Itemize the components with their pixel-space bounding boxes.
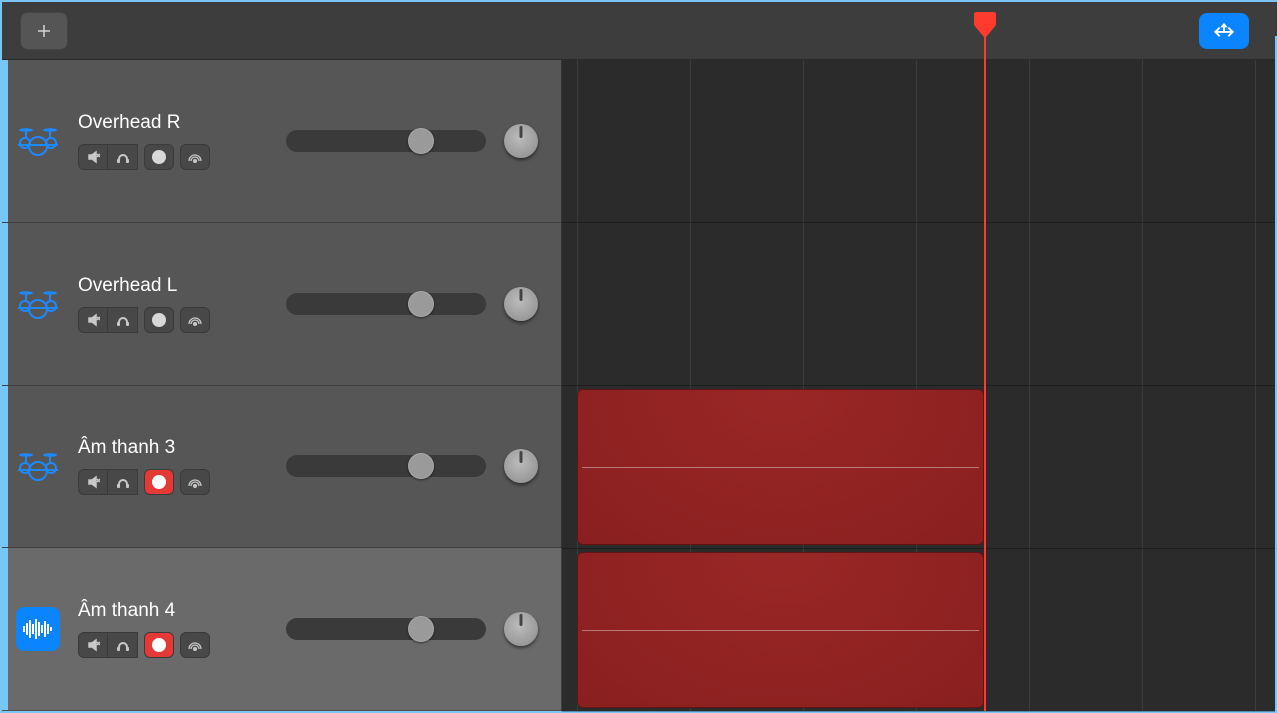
solo-headphones-button[interactable] xyxy=(108,469,138,495)
track-name-label: Overhead L xyxy=(78,275,210,297)
track-lane[interactable] xyxy=(562,223,1275,386)
drum-kit-icon xyxy=(16,282,60,326)
track-color-strip xyxy=(2,548,8,710)
mute-button[interactable] xyxy=(78,307,108,333)
record-enable-button[interactable] xyxy=(144,307,174,333)
track-color-strip xyxy=(2,223,8,385)
record-enable-button[interactable] xyxy=(144,469,174,495)
solo-headphones-button[interactable] xyxy=(108,307,138,333)
playhead[interactable] xyxy=(984,36,986,711)
drum-kit-icon xyxy=(16,119,60,163)
volume-thumb[interactable] xyxy=(408,616,434,642)
track-header-toolbar xyxy=(2,2,1275,60)
input-monitor-button[interactable] xyxy=(180,469,210,495)
track-list: Overhead R Overhead L Âm thanh 3 Âm thanh 4 xyxy=(2,60,562,711)
volume-slider[interactable] xyxy=(286,618,486,640)
catch-playhead-button[interactable] xyxy=(1199,13,1249,49)
track-name-label: Âm thanh 4 xyxy=(78,600,210,622)
record-enable-button[interactable] xyxy=(144,632,174,658)
app-window: Overhead R Overhead L Âm thanh 3 Âm thanh 4… xyxy=(0,0,1277,713)
volume-slider[interactable] xyxy=(286,455,486,477)
mute-button[interactable] xyxy=(78,469,108,495)
volume-thumb[interactable] xyxy=(408,128,434,154)
track-button-group xyxy=(78,632,210,658)
volume-thumb[interactable] xyxy=(408,453,434,479)
pan-knob[interactable] xyxy=(504,449,538,483)
track-color-strip xyxy=(2,60,8,222)
track-header[interactable]: Overhead L xyxy=(2,223,562,386)
catch-icon xyxy=(1213,20,1235,42)
arrange-area[interactable]: 1234567 xyxy=(562,60,1275,711)
add-track-button[interactable] xyxy=(20,12,68,50)
track-button-group xyxy=(78,469,210,495)
input-monitor-button[interactable] xyxy=(180,144,210,170)
input-monitor-button[interactable] xyxy=(180,632,210,658)
track-name-label: Âm thanh 3 xyxy=(78,437,210,459)
record-enable-button[interactable] xyxy=(144,144,174,170)
track-name-label: Overhead R xyxy=(78,112,210,134)
input-monitor-button[interactable] xyxy=(180,307,210,333)
mute-button[interactable] xyxy=(78,632,108,658)
pan-knob[interactable] xyxy=(504,612,538,646)
volume-slider[interactable] xyxy=(286,293,486,315)
waveform-baseline xyxy=(582,467,979,468)
plus-icon xyxy=(35,22,53,40)
track-button-group xyxy=(78,144,210,170)
volume-thumb[interactable] xyxy=(408,291,434,317)
solo-headphones-button[interactable] xyxy=(108,632,138,658)
track-lane[interactable] xyxy=(562,386,1275,549)
audio-region[interactable] xyxy=(577,552,984,708)
track-lane[interactable] xyxy=(562,60,1275,223)
track-header[interactable]: Âm thanh 4 xyxy=(2,548,562,711)
track-header[interactable]: Âm thanh 3 xyxy=(2,386,562,549)
pan-knob[interactable] xyxy=(504,124,538,158)
volume-slider[interactable] xyxy=(286,130,486,152)
drum-kit-icon xyxy=(16,444,60,488)
track-color-strip xyxy=(2,386,8,548)
waveform-baseline xyxy=(582,630,979,631)
track-header[interactable]: Overhead R xyxy=(2,60,562,223)
audio-wave-icon xyxy=(16,607,60,651)
audio-region[interactable] xyxy=(577,389,984,545)
track-button-group xyxy=(78,307,210,333)
solo-headphones-button[interactable] xyxy=(108,144,138,170)
mute-button[interactable] xyxy=(78,144,108,170)
playhead-handle-icon[interactable] xyxy=(974,12,996,38)
pan-knob[interactable] xyxy=(504,287,538,321)
track-lane[interactable] xyxy=(562,549,1275,712)
